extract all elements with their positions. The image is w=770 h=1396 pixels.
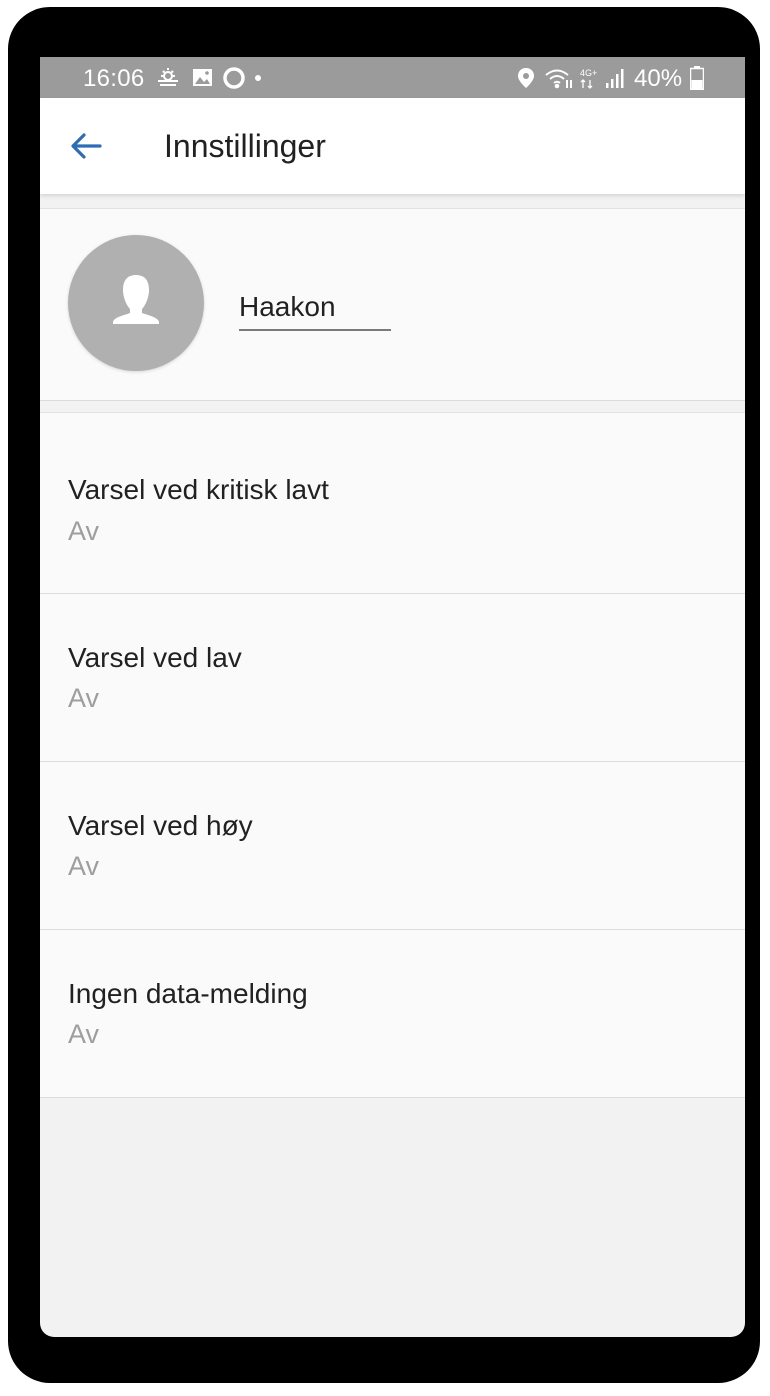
- status-time: 16:06: [83, 65, 145, 92]
- ring-icon: [223, 67, 245, 89]
- setting-title: Varsel ved høy: [68, 810, 253, 841]
- setting-value: Av: [68, 683, 100, 713]
- setting-value: Av: [68, 1019, 100, 1049]
- network-4g-icon: 4G+: [580, 68, 597, 89]
- setting-title: Varsel ved kritisk lavt: [68, 474, 329, 505]
- status-right-icons: 4G+: [518, 68, 624, 89]
- battery-icon: [690, 66, 704, 90]
- setting-high-alert[interactable]: Varsel ved høy Av: [40, 762, 745, 930]
- page-title: Innstillinger: [164, 128, 326, 164]
- status-bar: 16:06 4G+ 40%: [40, 57, 745, 98]
- wifi-icon: [545, 69, 572, 89]
- status-left-icons: [158, 67, 261, 89]
- signal-icon: [606, 69, 624, 88]
- svg-text:4G+: 4G+: [580, 68, 597, 78]
- setting-critical-low-alert[interactable]: Varsel ved kritisk lavt Av: [40, 413, 745, 594]
- app-bar: Innstillinger: [40, 98, 745, 194]
- location-icon: [518, 68, 534, 88]
- phone-frame: 16:06 4G+ 40% Innstillinger Haakon Varse…: [8, 7, 760, 1383]
- setting-title: Varsel ved lav: [68, 642, 242, 673]
- setting-value: Av: [68, 851, 100, 881]
- setting-no-data-message[interactable]: Ingen data-melding Av: [40, 930, 745, 1098]
- screen: 16:06 4G+ 40% Innstillinger Haakon Varse…: [40, 57, 745, 1337]
- settings-list: Varsel ved kritisk lavt Av Varsel ved la…: [40, 412, 745, 1098]
- dot-icon: [255, 75, 261, 81]
- name-input[interactable]: [239, 285, 391, 331]
- battery-percentage: 40%: [634, 65, 683, 92]
- profile-card: [40, 208, 745, 401]
- person-icon: [113, 275, 159, 324]
- image-icon: [193, 69, 212, 86]
- setting-low-alert[interactable]: Varsel ved lav Av: [40, 594, 745, 762]
- back-button[interactable]: [62, 122, 110, 170]
- arrow-back-icon: [71, 133, 102, 159]
- setting-title: Ingen data-melding: [68, 978, 308, 1009]
- setting-value: Av: [68, 516, 100, 546]
- weather-icon: [158, 68, 178, 86]
- avatar[interactable]: [68, 235, 204, 371]
